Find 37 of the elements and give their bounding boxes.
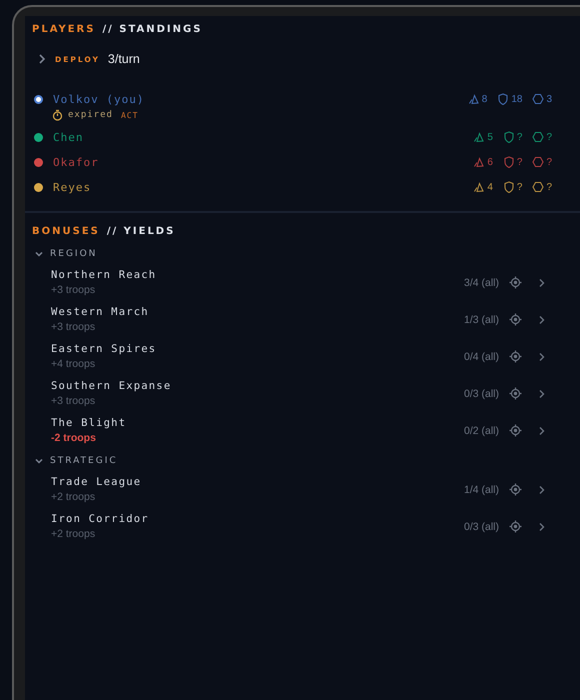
troops-count: 4 (487, 182, 493, 192)
territory-count: 3 (546, 94, 552, 104)
bonus-yield: +3 troops (51, 284, 96, 296)
bonus-name: Trade League (51, 476, 142, 488)
bonus-yield: +4 troops (51, 358, 96, 370)
bonus-name: The Blight (51, 417, 126, 429)
bonus-name: Eastern Spires (51, 343, 156, 355)
section-subtitle: // YIELDS (106, 226, 176, 237)
bonus-name: Iron Corridor (51, 513, 149, 525)
bonus-name: Northern Reach (51, 269, 156, 281)
bonus-yield: +3 troops (51, 395, 96, 407)
player-name: Reyes (53, 180, 92, 194)
troops-count: 5 (487, 132, 493, 142)
section-subtitle: // STANDINGS (102, 24, 202, 35)
deploy-value: 3/turn (108, 52, 140, 66)
act-label: ACT (120, 110, 138, 120)
player-name: Okafor (53, 156, 99, 168)
defense-count: 18 (511, 94, 522, 104)
defense-count: ? (516, 156, 522, 168)
territory-count: ? (546, 132, 552, 142)
section-title: PLAYERS (32, 24, 96, 35)
section-title: BONUSES (32, 226, 100, 237)
defense-count: ? (516, 182, 522, 192)
territory-count: ? (546, 182, 552, 192)
bonus-yield: +2 troops (51, 528, 96, 540)
territory-count: ? (546, 156, 552, 168)
bonus-yield: +3 troops (51, 321, 96, 333)
bonus-name: Western March (51, 306, 149, 318)
bonus-yield: +2 troops (51, 491, 96, 503)
player-name: Volkov (you) (53, 92, 144, 106)
troops-count: 8 (482, 94, 488, 104)
bonus-yield: -2 troops (51, 432, 97, 444)
troops-count: 6 (487, 156, 493, 168)
bonus-name: Southern Expanse (51, 380, 172, 392)
timer-status: expired (68, 110, 113, 120)
player-name: Chen (53, 130, 84, 144)
defense-count: ? (516, 132, 522, 142)
